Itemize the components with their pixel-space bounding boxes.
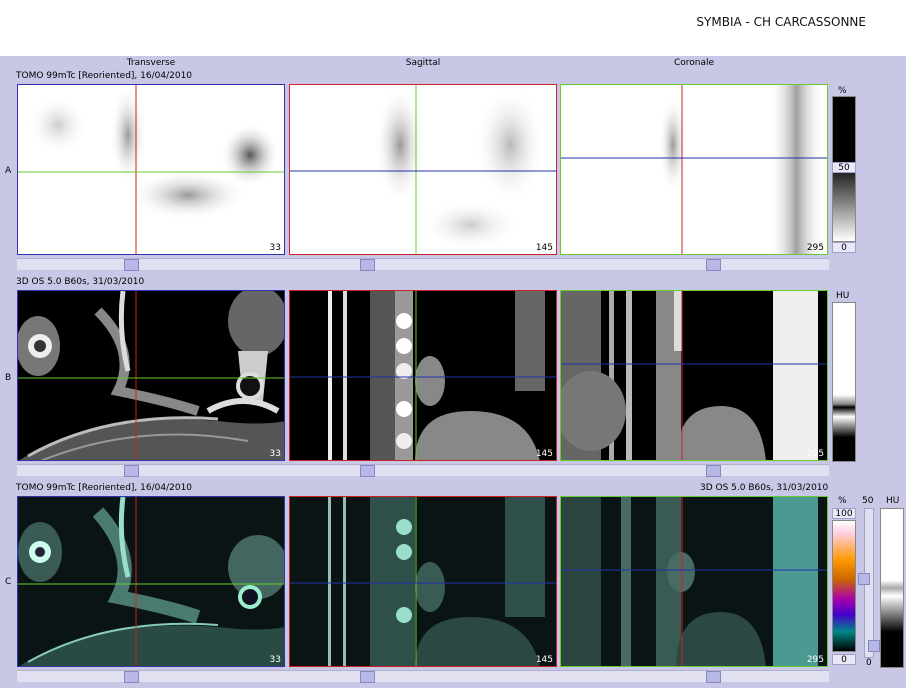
scale-c-color[interactable] [832,520,856,652]
view-b-coronale[interactable]: 295 [560,290,828,461]
view-a-coronale[interactable]: 295 [560,84,828,255]
blend-slider-thumb-lower[interactable] [868,640,880,652]
slice-number: 145 [535,243,553,253]
row-b-title: 3D OS 5.0 B60s, 31/03/2010 [16,277,145,287]
view-a-transverse[interactable]: 33 [17,84,285,255]
ct-coronale-image [561,291,827,460]
blend-min: 0 [866,658,872,668]
slice-slider-thumb[interactable] [124,465,139,477]
slice-slider-thumb[interactable] [360,259,375,271]
slice-number: 145 [535,655,553,665]
slice-slider-thumb[interactable] [706,671,721,683]
view-b-sagittal[interactable]: 145 [289,290,557,461]
fusion-coronale-image [561,497,827,666]
row-a-letter: A [5,166,12,176]
row-c-title: TOMO 99mTc [Reoriented], 16/04/2010 [16,483,193,493]
slice-slider-thumb[interactable] [360,465,375,477]
scale-b-grayscale[interactable] [832,302,856,462]
row-c-title-right: 3D OS 5.0 B60s, 31/03/2010 [700,483,829,493]
blend-value: 50 [862,496,874,506]
scale-a-unit: % [838,86,847,96]
spect-coronale-image [561,85,827,254]
scale-a-mid: 50 [832,162,856,173]
ct-transverse-image [18,291,284,460]
scale-c-hu-grayscale[interactable] [880,508,904,668]
row-a-slider-bar [17,258,829,271]
scale-a-min: 0 [832,242,856,253]
view-c-transverse[interactable]: 33 [17,496,285,667]
scale-c-min: 0 [832,654,856,665]
slice-number: 295 [806,449,824,459]
column-header-transverse: Transverse [126,58,176,68]
title-bar: SYMBIA - CH CARCASSONNE [0,0,906,56]
slice-slider-thumb[interactable] [124,259,139,271]
fusion-sagittal-image [290,497,556,666]
slice-number: 33 [269,449,281,459]
ct-sagittal-image [290,291,556,460]
column-header-sagittal: Sagittal [405,58,441,68]
row-b-slider-bar [17,464,829,477]
spect-transverse-image [18,85,284,254]
scale-c-hu-unit: HU [886,496,900,506]
row-c-slider-bar [17,670,829,683]
slice-slider-thumb[interactable] [706,465,721,477]
scale-c-unit: % [838,496,847,506]
view-c-sagittal[interactable]: 145 [289,496,557,667]
view-c-coronale[interactable]: 295 [560,496,828,667]
view-b-transverse[interactable]: 33 [17,290,285,461]
spect-sagittal-image [290,85,556,254]
slice-number: 145 [535,449,553,459]
column-header-coronale: Coronale [673,58,715,68]
scale-c-top: 100 [832,508,856,519]
slice-number: 295 [806,655,824,665]
app-title: SYMBIA - CH CARCASSONNE [696,15,866,29]
blend-slider-thumb[interactable] [858,573,870,585]
view-a-sagittal[interactable]: 145 [289,84,557,255]
slice-slider-thumb[interactable] [706,259,721,271]
fusion-transverse-image [18,497,284,666]
row-b-letter: B [5,373,12,383]
slice-number: 33 [269,243,281,253]
slice-slider-thumb[interactable] [124,671,139,683]
slice-slider-thumb[interactable] [360,671,375,683]
slice-number: 33 [269,655,281,665]
scale-b-unit: HU [836,291,850,301]
slice-number: 295 [806,243,824,253]
row-c-letter: C [5,577,12,587]
row-a-title: TOMO 99mTc [Reoriented], 16/04/2010 [16,71,193,81]
